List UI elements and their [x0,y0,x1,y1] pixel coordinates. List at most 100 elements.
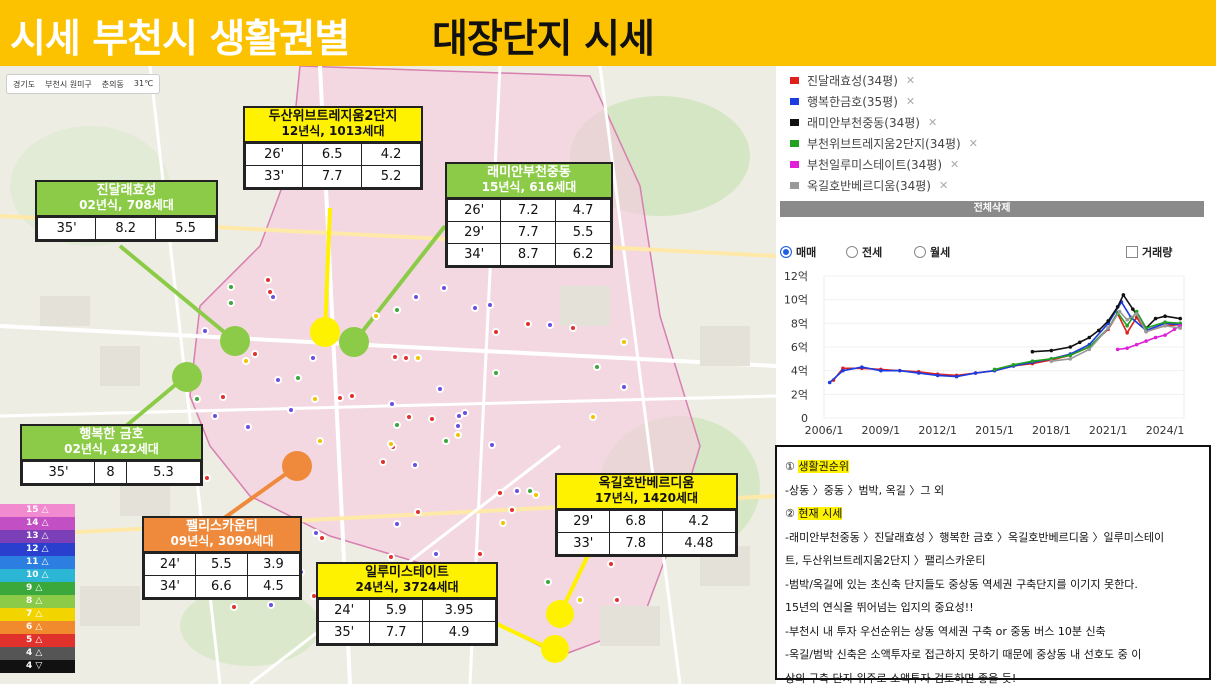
radio-jeonse[interactable]: 전세 [846,244,882,260]
apartment-marker-icon[interactable] [335,393,344,402]
remove-icon[interactable]: ✕ [939,179,948,192]
title-right: 대장단지 시세 [432,17,655,62]
legend-row: 8 △ [0,595,75,608]
price-table: 29' 6.8 4.2 33' 7.8 4.48 [557,509,737,555]
info-box-haengbok[interactable]: 행복한 금호 02년식, 422세대 35' 8 5.3 [20,424,203,486]
apartment-marker-icon[interactable] [293,373,302,382]
apartment-marker-icon[interactable] [266,601,275,610]
apartment-marker-icon[interactable] [612,596,621,605]
sale-price-cell: 6.8 [608,509,663,533]
series-point [1115,304,1120,309]
price-table: 24' 5.5 3.9 34' 6.6 4.5 [144,552,301,598]
series-point [879,368,883,373]
apartment-marker-icon[interactable] [315,437,324,446]
apartment-marker-icon[interactable] [442,436,451,445]
apartment-marker-icon[interactable] [427,415,436,424]
apartment-marker-icon[interactable] [576,595,585,604]
info-box-palace[interactable]: 팰리스카운티 09년식, 3090세대 24' 5.5 3.9 34' 6.6 4.5 [142,516,302,600]
size-cell: 35' [317,620,371,644]
series-point [1163,333,1167,337]
remove-icon[interactable]: ✕ [928,116,937,129]
table-row: 35' 8 5.3 [21,460,202,484]
compare-item-name: 행복한금호(35평) [807,95,898,109]
jeonse-price-cell: 4.48 [661,531,737,555]
info-box-jindal[interactable]: 진달래효성 02년식, 708세대 35' 8.2 5.5 [35,180,218,242]
series-point [1178,326,1183,330]
apartment-marker-icon[interactable] [619,383,628,392]
table-row: 35' 8.2 5.5 [36,216,216,240]
apartment-marker-icon[interactable] [241,356,250,365]
info-box-header: 래미안부천중동 15년식, 616세대 [447,164,611,199]
apartment-marker-icon[interactable] [545,321,554,330]
apartment-marker-icon[interactable] [401,353,410,362]
apartment-marker-icon[interactable] [413,507,422,516]
apartment-marker-icon[interactable] [588,413,597,422]
apartment-marker-icon[interactable] [378,457,387,466]
legend-row: 5 △ [0,634,75,647]
jeonse-price-cell: 5.3 [125,460,202,484]
series-point [1153,335,1158,340]
apartment-marker-icon[interactable] [390,352,399,361]
apartment-marker-icon[interactable] [371,311,380,320]
legend-row: 15 △ [0,504,75,517]
sale-price-cell: 8.2 [95,216,157,240]
table-row: 24' 5.5 3.9 [144,552,301,576]
series-point [1163,323,1167,328]
radio-sale[interactable]: 매매 [780,244,816,260]
apartment-marker-icon[interactable] [200,326,209,335]
apartment-marker-icon[interactable] [475,549,484,558]
apartment-marker-icon[interactable] [607,559,616,568]
apartment-marker-icon[interactable] [310,394,319,403]
size-cell: 34' [446,242,502,266]
apartment-marker-icon[interactable] [453,421,462,430]
apartment-marker-icon[interactable] [226,282,235,291]
info-box-ilru[interactable]: 일루미스테이트 24년식, 3724세대 24' 5.9 3.95 35' 7.7 4.… [316,562,498,646]
info-box-dusan[interactable]: 두산위브트레지움2단지 12년식, 1013세대 26' 6.5 4.2 33' 7.… [243,106,423,190]
apartment-marker-icon[interactable] [487,440,496,449]
apartment-marker-icon[interactable] [393,519,402,528]
apartment-marker-icon[interactable] [461,408,470,417]
remove-icon[interactable]: ✕ [969,137,978,150]
apartment-marker-icon[interactable] [392,420,401,429]
table-row: 26' 7.2 4.7 [446,198,611,222]
series-point [1087,335,1092,340]
apartment-marker-icon[interactable] [405,412,414,421]
apartment-marker-icon[interactable] [431,550,440,559]
radio-monthly[interactable]: 월세 [914,244,950,260]
info-box-header: 두산위브트레지움2단지 12년식, 1013세대 [245,108,421,143]
legend-row: 13 △ [0,530,75,543]
note-number: ② [785,507,795,520]
apartment-marker-icon[interactable] [439,283,448,292]
map-panel[interactable]: 경기도 부천시 원미구 춘의동 31℃ 두산위브트레지움2단지 12년식, 10… [0,66,776,684]
apartment-marker-icon[interactable] [348,391,357,400]
remove-icon[interactable]: ✕ [906,95,915,108]
apartment-marker-icon[interactable] [311,528,320,537]
info-box-okgil[interactable]: 옥길호반베르디움 17년식, 1420세대 29' 6.8 4.2 33' 7.8 4.… [555,473,738,557]
apartment-marker-icon[interactable] [492,368,501,377]
volume-checkbox[interactable]: 거래량 [1126,244,1172,260]
apartment-marker-icon[interactable] [308,354,317,363]
apartment-marker-icon[interactable] [244,422,253,431]
apartment-marker-icon[interactable] [414,353,423,362]
jeonse-price-cell: 5.2 [361,164,421,188]
info-box-raemian[interactable]: 래미안부천중동 15년식, 616세대 26' 7.2 4.7 29' 7.7 5.5 … [445,162,613,268]
apartment-marker-icon[interactable] [524,319,533,328]
title-banner: 시세 부천시 생활권별 대장단지 시세 [0,0,1216,66]
apartment-marker-icon[interactable] [392,305,401,314]
price-legend: 15 △ 14 △ 13 △ 12 △ 11 △ 10 △ 9 △ 8 △ 7 △ 6 △ 5 △ 4… [0,504,75,673]
delete-all-button[interactable]: 전체삭제 [780,201,1204,217]
compare-item-name: 옥길호반베르디움(34평) [807,179,931,193]
apartment-marker-icon[interactable] [227,298,236,307]
apartment-marker-icon[interactable] [193,394,202,403]
series-swatch-icon [790,182,799,189]
apartment-marker-icon[interactable] [387,439,396,448]
note-line: -상동 〉중동 〉범박, 옥길 〉그 외 [785,483,945,497]
jeonse-price-cell: 5.5 [155,216,216,240]
series-swatch-icon [790,119,799,126]
apartment-marker-icon[interactable] [286,405,295,414]
apartment-marker-icon[interactable] [498,519,507,528]
apartment-marker-icon[interactable] [512,486,521,495]
remove-icon[interactable]: ✕ [906,74,915,87]
remove-icon[interactable]: ✕ [950,158,959,171]
apartment-marker-icon[interactable] [410,461,419,470]
